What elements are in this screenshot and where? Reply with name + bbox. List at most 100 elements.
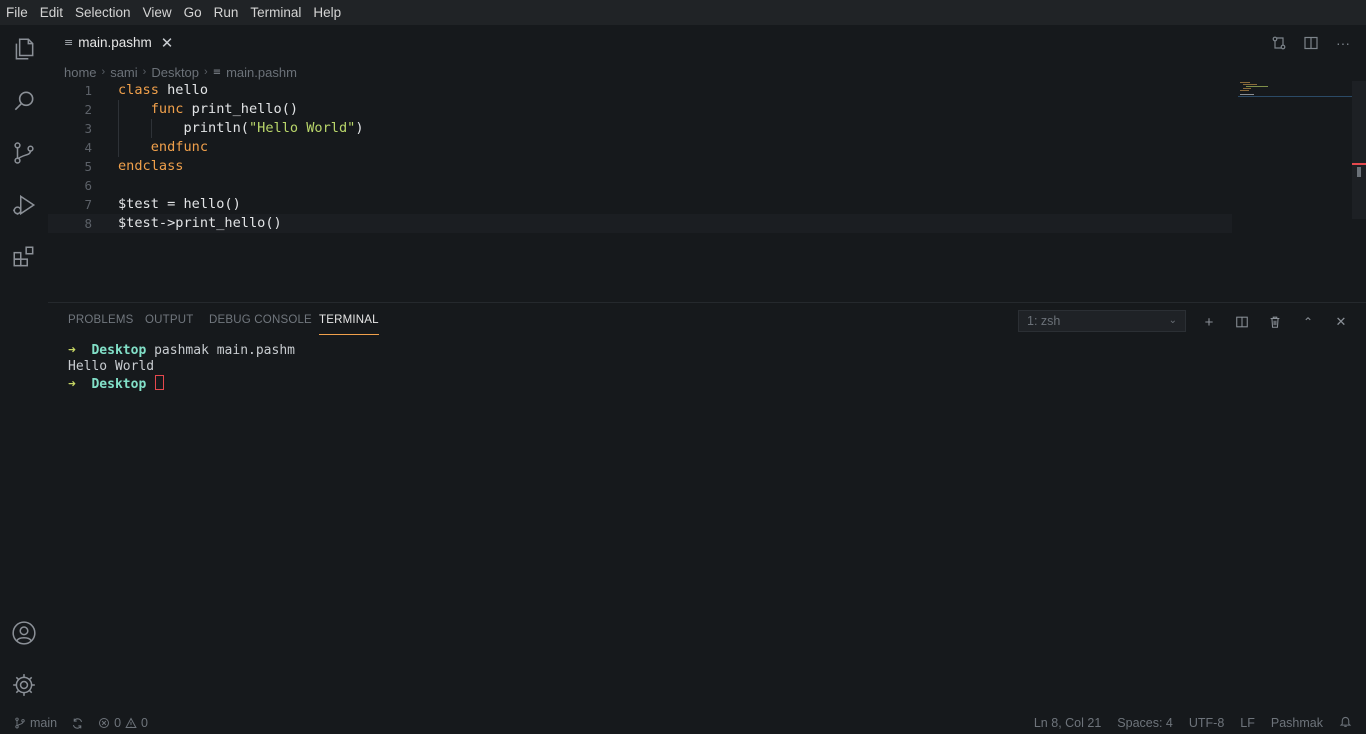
menu-selection[interactable]: Selection [69, 0, 137, 25]
status-bar: main 0 0 Ln 8, Col 21 Spaces: 4 UTF-8 LF… [0, 712, 1366, 734]
menu-run[interactable]: Run [208, 0, 245, 25]
activity-bar [0, 25, 48, 712]
language-mode[interactable]: Pashmak [1271, 716, 1323, 730]
code-token: print_hello() [183, 101, 299, 117]
source-control-icon[interactable] [10, 139, 38, 167]
encoding[interactable]: UTF-8 [1189, 716, 1224, 730]
line-content: class hello [118, 81, 208, 100]
close-icon[interactable]: ✕ [161, 34, 174, 52]
sync-icon[interactable] [71, 717, 84, 730]
code-editor[interactable]: 1 class hello 2 func print_hello() 3 printl… [48, 81, 1232, 233]
panel-actions: + ⌃ ✕ [1200, 312, 1350, 332]
chevron-right-icon: › [204, 66, 208, 78]
code-token: endfunc [150, 139, 209, 155]
cursor-position[interactable]: Ln 8, Col 21 [1034, 716, 1101, 730]
tab-output[interactable]: OUTPUT [145, 314, 193, 326]
code-line[interactable]: 7 $test = hello() [48, 195, 1232, 214]
line-number: 2 [84, 102, 92, 117]
menu-terminal[interactable]: Terminal [244, 0, 307, 25]
code-line[interactable]: 8 $test->print_hello() [48, 214, 1232, 233]
split-editor-icon[interactable] [1302, 34, 1320, 52]
line-number: 7 [84, 197, 92, 212]
menu-go[interactable]: Go [178, 0, 208, 25]
open-changes-icon[interactable] [1270, 34, 1288, 52]
prompt-dir: Desktop [91, 343, 147, 358]
code-line[interactable]: 6 [48, 176, 1232, 195]
terminal-command: pashmak main.pashm [154, 343, 295, 358]
tab-main-pashm[interactable]: ≡ main.pashm ✕ [56, 25, 181, 60]
branch-name: main [30, 716, 58, 730]
menu-help[interactable]: Help [307, 0, 347, 25]
files-icon[interactable] [10, 35, 38, 63]
terminal-output-line: Hello World [68, 359, 155, 374]
line-number: 3 [84, 121, 92, 136]
code-line[interactable]: 3 println("Hello World") [48, 119, 1232, 138]
editor-scrollbar[interactable] [1352, 81, 1366, 219]
menu-view[interactable]: View [137, 0, 178, 25]
line-content: $test->print_hello() [118, 214, 282, 233]
trash-icon[interactable] [1266, 313, 1284, 331]
extensions-icon[interactable] [10, 243, 38, 271]
search-icon[interactable] [10, 87, 38, 115]
indentation[interactable]: Spaces: 4 [1117, 716, 1173, 730]
chevron-right-icon: › [142, 66, 147, 78]
terminal-output[interactable]: ➜ Desktop pashmak main.pashm Hello World… [68, 343, 295, 393]
warning-count: 0 [141, 716, 148, 730]
breadcrumb-sami[interactable]: sami [110, 65, 137, 80]
breadcrumb-desktop[interactable]: Desktop [151, 65, 199, 80]
error-icon [99, 718, 110, 728]
code-line[interactable]: 2 func print_hello() [48, 100, 1232, 119]
line-content: println("Hello World") [118, 119, 364, 138]
code-line[interactable]: 4 endfunc [48, 138, 1232, 157]
code-token: endclass [118, 158, 184, 174]
code-line[interactable]: 5 endclass [48, 157, 1232, 176]
code-token: class [118, 82, 159, 98]
code-token: ) [355, 120, 364, 136]
breadcrumb-home[interactable]: home [64, 65, 97, 80]
line-content: endfunc [118, 138, 208, 157]
error-count: 0 [114, 716, 122, 730]
code-token: $test = hello() [118, 196, 241, 212]
line-content: $test = hello() [118, 195, 241, 214]
line-number: 4 [84, 140, 92, 155]
settings-gear-icon[interactable] [10, 671, 38, 699]
warning-icon [125, 717, 137, 728]
run-debug-icon[interactable] [10, 191, 38, 219]
bell-icon[interactable] [1339, 715, 1352, 731]
branch-indicator[interactable]: main [14, 716, 57, 730]
more-actions-icon[interactable]: ··· [1334, 34, 1352, 52]
code-token: func [150, 101, 184, 117]
code-token: println( [118, 120, 249, 136]
chevron-down-icon: ⌄ [1168, 315, 1177, 326]
prompt-arrow: ➜ [68, 377, 76, 392]
chevron-right-icon: › [101, 66, 106, 78]
terminal-select[interactable]: 1: zsh ⌄ [1018, 310, 1186, 332]
breadcrumb: home › sami › Desktop › ≡ main.pashm [64, 62, 297, 82]
tab-debug-console[interactable]: DEBUG CONSOLE [209, 314, 312, 326]
menu-edit[interactable]: Edit [34, 0, 69, 25]
prompt-dir: Desktop [91, 377, 147, 392]
prompt-arrow: ➜ [68, 343, 76, 358]
line-number: 1 [84, 83, 92, 98]
line-number: 5 [84, 159, 92, 174]
bottom-panel: PROBLEMS OUTPUT DEBUG CONSOLE TERMINAL 1… [48, 302, 1366, 713]
editor-tabs-bar: ≡ main.pashm ✕ ··· [48, 25, 1366, 60]
line-content: endclass [118, 157, 183, 176]
minimap[interactable] [1238, 81, 1352, 101]
code-token: hello [158, 82, 209, 98]
maximize-panel-icon[interactable]: ⌃ [1299, 313, 1317, 331]
code-token: $test->print_hello() [118, 215, 282, 231]
account-icon[interactable] [10, 619, 38, 647]
end-of-line[interactable]: LF [1240, 716, 1255, 730]
tab-problems[interactable]: PROBLEMS [68, 314, 134, 326]
editor-actions: ··· [1270, 25, 1352, 60]
menu-file[interactable]: File [0, 0, 34, 25]
tab-terminal[interactable]: TERMINAL [319, 314, 379, 335]
problems-indicator[interactable]: 0 0 [98, 716, 148, 730]
code-line[interactable]: 1 class hello [48, 81, 1232, 100]
breadcrumb-file[interactable]: main.pashm [226, 65, 297, 80]
close-panel-icon[interactable]: ✕ [1332, 313, 1350, 331]
split-terminal-icon[interactable] [1233, 313, 1251, 331]
new-terminal-icon[interactable]: + [1200, 313, 1218, 331]
